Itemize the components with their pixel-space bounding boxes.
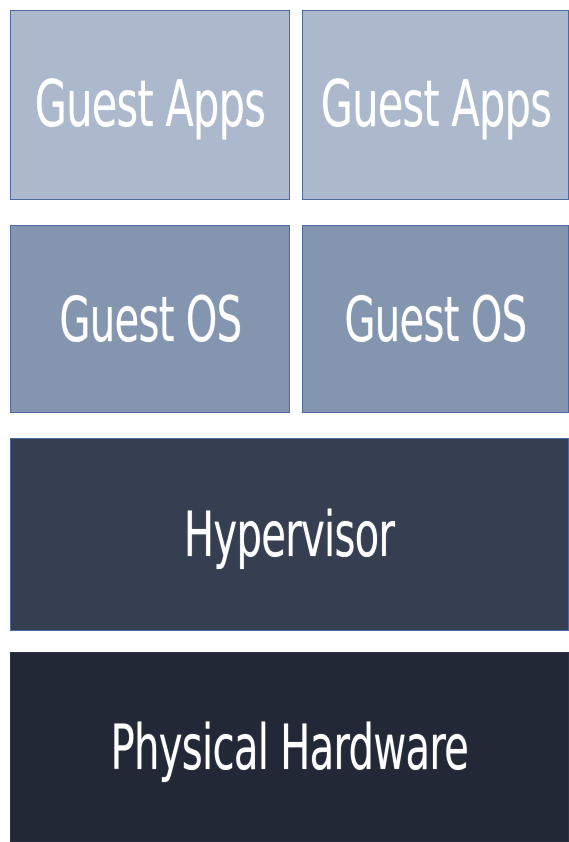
- physical-hardware-block: Physical Hardware: [10, 652, 569, 842]
- guest-os-label-right: Guest OS: [344, 282, 527, 356]
- physical-hardware-label: Physical Hardware: [110, 710, 469, 784]
- guest-apps-block-right: Guest Apps: [302, 10, 569, 200]
- guest-apps-block-left: Guest Apps: [10, 10, 290, 200]
- guest-os-block-right: Guest OS: [302, 225, 569, 413]
- guest-os-label-left: Guest OS: [58, 282, 242, 356]
- hypervisor-label: Hypervisor: [184, 498, 395, 571]
- hypervisor-block: Hypervisor: [10, 438, 569, 631]
- guest-apps-label-right: Guest Apps: [320, 68, 551, 142]
- guest-os-block-left: Guest OS: [10, 225, 290, 413]
- guest-apps-label-left: Guest Apps: [34, 68, 266, 142]
